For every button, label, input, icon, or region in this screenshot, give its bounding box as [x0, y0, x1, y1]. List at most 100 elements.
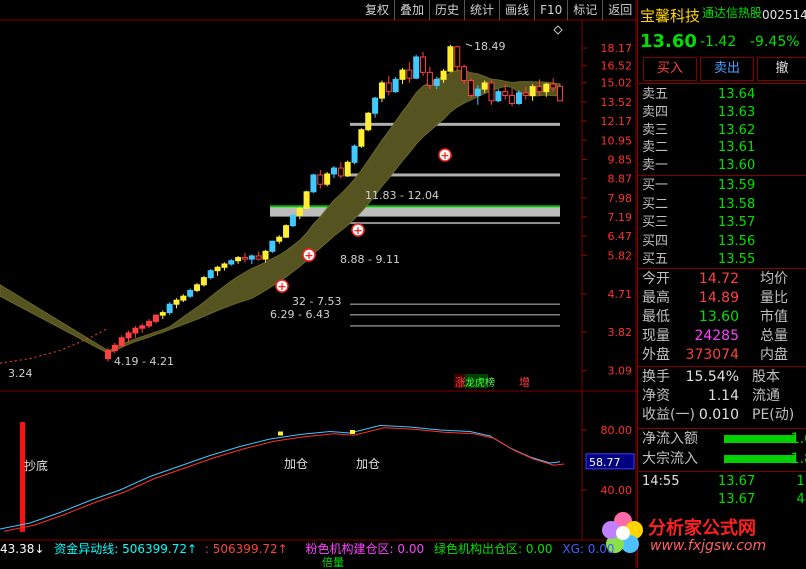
- legend-xg: XG: 0.00: [562, 542, 615, 556]
- indicator-legend: 43.38↓ 资金异动线: 506399.72↑ : 506399.72↑ 粉色…: [0, 540, 637, 558]
- candle-body: [200, 277, 207, 286]
- candle-body: [139, 325, 146, 329]
- candle-body: [420, 56, 427, 73]
- ask-price: 13.61: [718, 140, 756, 156]
- flow-value: -1.8: [785, 451, 806, 467]
- legend-green-value: 0.00: [525, 542, 553, 556]
- hot-stock-tag[interactable]: 通达信热股: [702, 4, 762, 21]
- toolbar-restore-button[interactable]: 复权: [360, 0, 394, 20]
- candle-body: [331, 167, 337, 175]
- bid-label: 买二: [642, 196, 669, 212]
- stat-value: 14.72: [698, 271, 739, 287]
- candle-body: [440, 70, 447, 80]
- price-axis-label: 18.17: [601, 42, 633, 55]
- sell-button[interactable]: 卖出: [700, 57, 754, 81]
- chaodi-label: 抄底: [24, 458, 48, 473]
- ask-row: 卖二 13.61: [640, 139, 806, 157]
- bid-label: 买一: [642, 178, 669, 193]
- price-axis-label: 10.95: [601, 134, 633, 147]
- stat2-value: 1.14: [707, 388, 739, 404]
- candle-body: [509, 95, 516, 104]
- toolbar-back-button[interactable]: 返回: [602, 0, 637, 20]
- buy-signal-plus: +: [304, 249, 313, 262]
- main-chart[interactable]: 18.17 16.52 15.02 13.52 12.17 10.95 9.85 8.87 7.…: [0, 0, 637, 568]
- bid-label: 买五: [642, 252, 669, 268]
- toolbar-overlay-button[interactable]: 叠加: [394, 0, 429, 20]
- stat2-value: 0.010: [698, 407, 739, 423]
- candle-body: [228, 260, 235, 265]
- candle-body: [269, 240, 276, 252]
- ask-price: 13.62: [718, 122, 756, 138]
- osc-axis-label: 40.00: [601, 484, 633, 497]
- candle-body: [392, 78, 399, 93]
- stat2-label-right: PE(动): [752, 407, 795, 423]
- tick-vol: 17: [796, 474, 806, 489]
- candle-body: [557, 85, 563, 102]
- candle-body: [474, 88, 481, 97]
- toolbar-history-button[interactable]: 历史: [429, 0, 464, 20]
- bid-label: 买三: [642, 215, 669, 231]
- current-price: 13.60: [640, 31, 697, 52]
- candle-body: [146, 320, 153, 327]
- candle-body: [248, 255, 255, 260]
- toolbar-stats-button[interactable]: 统计: [464, 0, 499, 20]
- jiacang-label: 加仓: [284, 457, 308, 471]
- candle-body: [276, 236, 283, 242]
- low-label: 3.24: [8, 367, 33, 380]
- stat-row: 最高 14.89 量比: [640, 289, 806, 307]
- bid-price: 13.58: [718, 196, 756, 212]
- legend-fund-value: 506399.72↑: [122, 542, 198, 556]
- zone-band: [350, 313, 560, 316]
- candle-body: [180, 295, 187, 301]
- candle-body: [289, 214, 296, 227]
- zone-band: [350, 325, 560, 327]
- high-pointer: [465, 43, 473, 47]
- price-axis-label: 12.17: [601, 115, 633, 128]
- ask-label: 卖一: [642, 158, 669, 174]
- oscillator-line-red: [3, 427, 565, 532]
- price-axis-label: 6.47: [608, 230, 633, 243]
- cancel-button[interactable]: 撤: [757, 57, 806, 81]
- tick-row: 14:55 13.67 17: [640, 473, 806, 491]
- candle-body: [310, 174, 317, 193]
- toolbar-f10-button[interactable]: F10: [534, 0, 567, 20]
- stat2-label: 净资: [642, 388, 670, 404]
- tick-time: 14:55: [642, 474, 680, 489]
- candle-body: [283, 225, 290, 238]
- candle-body: [481, 82, 488, 90]
- candle-body: [461, 66, 468, 82]
- zone-band: [350, 222, 560, 225]
- zone-band: [350, 303, 560, 305]
- osc-axis-label: 80.00: [601, 424, 633, 437]
- toolbar-mark-button[interactable]: 标记: [567, 0, 602, 20]
- candle-body: [358, 129, 365, 147]
- candle-body: [235, 257, 242, 262]
- candle-body: [378, 82, 385, 99]
- candle-body: [296, 207, 303, 216]
- price-axis-label: 4.71: [608, 288, 633, 301]
- panel-divider: [638, 428, 806, 429]
- candle-body: [207, 270, 214, 279]
- stat2-row: 换手 15.54% 股本: [640, 368, 806, 386]
- candle-body: [426, 71, 433, 86]
- candle-body: [399, 69, 406, 80]
- panel-divider: [638, 268, 806, 269]
- candle-body: [372, 97, 379, 114]
- buy-button[interactable]: 买入: [643, 57, 697, 81]
- range-label: 11.83 - 12.04: [365, 189, 439, 202]
- candle-body: [324, 173, 331, 185]
- candle-body: [111, 344, 118, 352]
- candle-body: [132, 327, 139, 334]
- candle-body: [214, 266, 221, 272]
- candle-body: [502, 91, 509, 97]
- bid-row: 买二 13.58: [640, 196, 806, 214]
- osc-axis-label: 58.77: [589, 456, 621, 469]
- panel-divider: [638, 366, 806, 367]
- quote-panel: 宝馨科技 通达信热股 002514 13.60 -1.42 -9.45% 买入 …: [637, 0, 806, 568]
- toolbar-draw-button[interactable]: 画线: [499, 0, 534, 20]
- candle-body: [241, 257, 248, 260]
- price-axis-label: 15.02: [601, 77, 633, 90]
- price-axis-label: 8.87: [608, 173, 633, 186]
- buy-signal-plus: +: [353, 224, 362, 237]
- candle-body: [105, 350, 111, 360]
